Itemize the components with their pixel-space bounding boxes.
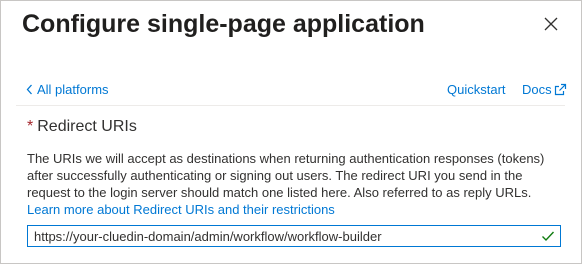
panel-title: Configure single-page application: [22, 10, 425, 38]
redirect-uri-field[interactable]: [27, 225, 561, 247]
quickstart-link[interactable]: Quickstart: [447, 82, 506, 97]
close-button[interactable]: [538, 13, 564, 39]
configure-spa-panel: Configure single-page application All pl…: [0, 0, 582, 264]
all-platforms-label: All platforms: [37, 82, 109, 97]
chevron-left-icon: [26, 84, 33, 95]
docs-label: Docs: [522, 82, 552, 97]
close-icon: [544, 17, 558, 36]
all-platforms-link[interactable]: All platforms: [26, 82, 109, 97]
redirect-uri-input[interactable]: [28, 226, 534, 246]
docs-link[interactable]: Docs: [522, 82, 567, 97]
external-link-icon: [554, 83, 567, 96]
redirect-uris-label-text: Redirect URIs: [37, 118, 137, 135]
redirect-uris-label: * Redirect URIs: [27, 118, 137, 136]
redirect-uris-description: The URIs we will accept as destinations …: [27, 150, 567, 218]
panel-nav: All platforms Quickstart Docs: [1, 80, 581, 104]
learn-more-redirect-link[interactable]: Learn more about Redirect URIs and their…: [27, 202, 335, 217]
nav-divider: [16, 105, 565, 106]
redirect-uris-description-text: The URIs we will accept as destinations …: [27, 151, 545, 200]
checkmark-icon: [541, 229, 555, 243]
required-marker: *: [27, 118, 34, 135]
